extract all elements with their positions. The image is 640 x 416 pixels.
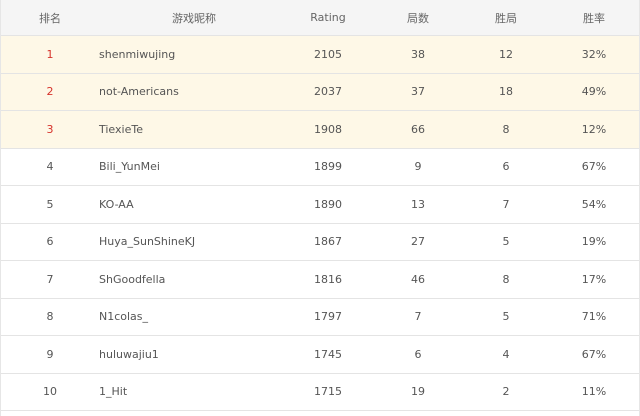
rating-cell: 1890 <box>314 197 342 211</box>
games-cell: 6 <box>414 347 422 361</box>
rank-cell: 4 <box>46 160 54 174</box>
nickname-cell[interactable]: KO-AA <box>99 186 309 223</box>
games-cell: 7 <box>414 310 422 324</box>
table-row[interactable]: 10 1_Hit 1715 19 2 11% <box>1 373 639 411</box>
nickname-cell[interactable]: 1_Hit <box>99 374 309 411</box>
games-cell: 27 <box>411 235 425 249</box>
rating-cell: 1899 <box>314 160 342 174</box>
table-row[interactable]: 9 huluwajiu1 1745 6 4 67% <box>1 336 639 374</box>
win-rate-cell: 67% <box>581 160 607 174</box>
games-cell: 37 <box>411 85 425 99</box>
table-row[interactable]: 1 shenmiwujing 2105 38 12 32% <box>1 36 639 74</box>
table-row[interactable]: 6 Huya_SunShineKJ 1867 27 5 19% <box>1 223 639 261</box>
games-cell: 9 <box>414 160 422 174</box>
games-cell: 19 <box>411 385 425 399</box>
wins-cell: 5 <box>502 235 510 249</box>
wins-cell: 2 <box>502 385 510 399</box>
win-rate-cell: 49% <box>581 85 607 99</box>
rating-cell: 1867 <box>314 235 342 249</box>
games-cell: 46 <box>411 272 425 286</box>
table-row[interactable]: 2 not-Americans 2037 37 18 49% <box>1 73 639 111</box>
games-cell: 66 <box>411 122 425 136</box>
win-rate-cell: 12% <box>581 122 607 136</box>
rank-cell: 9 <box>46 347 54 361</box>
rank-cell: 3 <box>46 122 54 136</box>
rating-cell: 1908 <box>314 122 342 136</box>
rating-cell: 2037 <box>314 85 342 99</box>
nickname-cell[interactable]: Huya_SunShineKJ <box>99 224 309 261</box>
rank-cell: 10 <box>43 385 57 399</box>
nickname-cell[interactable]: shenmiwujing <box>99 36 309 73</box>
rating-cell: 1745 <box>314 347 342 361</box>
rating-cell: 1816 <box>314 272 342 286</box>
table-header: 排名 游戏昵称 Rating 局数 胜局 胜率 <box>1 0 639 36</box>
table-body: 1 shenmiwujing 2105 38 12 32% 2 not-Americans 20… <box>1 36 639 411</box>
wins-cell: 6 <box>502 160 510 174</box>
column-header-rating[interactable]: Rating <box>289 0 367 35</box>
wins-cell: 12 <box>499 47 513 61</box>
win-rate-cell: 19% <box>581 235 607 249</box>
nickname-cell[interactable]: huluwajiu1 <box>99 336 309 373</box>
rating-cell: 1715 <box>314 385 342 399</box>
wins-cell: 18 <box>499 85 513 99</box>
games-cell: 38 <box>411 47 425 61</box>
rating-cell: 1797 <box>314 310 342 324</box>
wins-cell: 8 <box>502 272 510 286</box>
wins-cell: 5 <box>502 310 510 324</box>
table-row[interactable]: 5 KO-AA 1890 13 7 54% <box>1 186 639 224</box>
wins-cell: 8 <box>502 122 510 136</box>
wins-cell: 4 <box>502 347 510 361</box>
column-header-nickname[interactable]: 游戏昵称 <box>99 0 289 35</box>
nickname-cell[interactable]: ShGoodfella <box>99 261 309 298</box>
win-rate-cell: 17% <box>581 272 607 286</box>
column-header-rank[interactable]: 排名 <box>1 0 99 35</box>
nickname-cell[interactable]: TiexieTe <box>99 111 309 148</box>
wins-cell: 7 <box>502 197 510 211</box>
win-rate-cell: 32% <box>581 47 607 61</box>
rank-cell: 5 <box>46 197 54 211</box>
win-rate-cell: 71% <box>581 310 607 324</box>
games-cell: 13 <box>411 197 425 211</box>
table-row[interactable]: 3 TiexieTe 1908 66 8 12% <box>1 111 639 149</box>
table-row[interactable]: 8 N1colas_ 1797 7 5 71% <box>1 298 639 336</box>
column-header-wins[interactable]: 胜局 <box>467 0 545 35</box>
nickname-cell[interactable]: N1colas_ <box>99 299 309 336</box>
nickname-cell[interactable]: not-Americans <box>99 74 309 111</box>
rank-cell: 6 <box>46 235 54 249</box>
win-rate-cell: 67% <box>581 347 607 361</box>
nickname-cell[interactable]: Bili_YunMei <box>99 149 309 186</box>
rank-cell: 1 <box>46 47 54 61</box>
win-rate-cell: 54% <box>581 197 607 211</box>
leaderboard-table: 排名 游戏昵称 Rating 局数 胜局 胜率 1 shenmiwujing 210… <box>0 0 640 416</box>
table-row[interactable]: 4 Bili_YunMei 1899 9 6 67% <box>1 148 639 186</box>
rank-cell: 2 <box>46 85 54 99</box>
rank-cell: 7 <box>46 272 54 286</box>
column-header-games[interactable]: 局数 <box>379 0 457 35</box>
rating-cell: 2105 <box>314 47 342 61</box>
win-rate-cell: 11% <box>581 385 607 399</box>
rank-cell: 8 <box>46 310 54 324</box>
column-header-win-rate[interactable]: 胜率 <box>555 0 633 35</box>
table-row[interactable]: 7 ShGoodfella 1816 46 8 17% <box>1 261 639 299</box>
